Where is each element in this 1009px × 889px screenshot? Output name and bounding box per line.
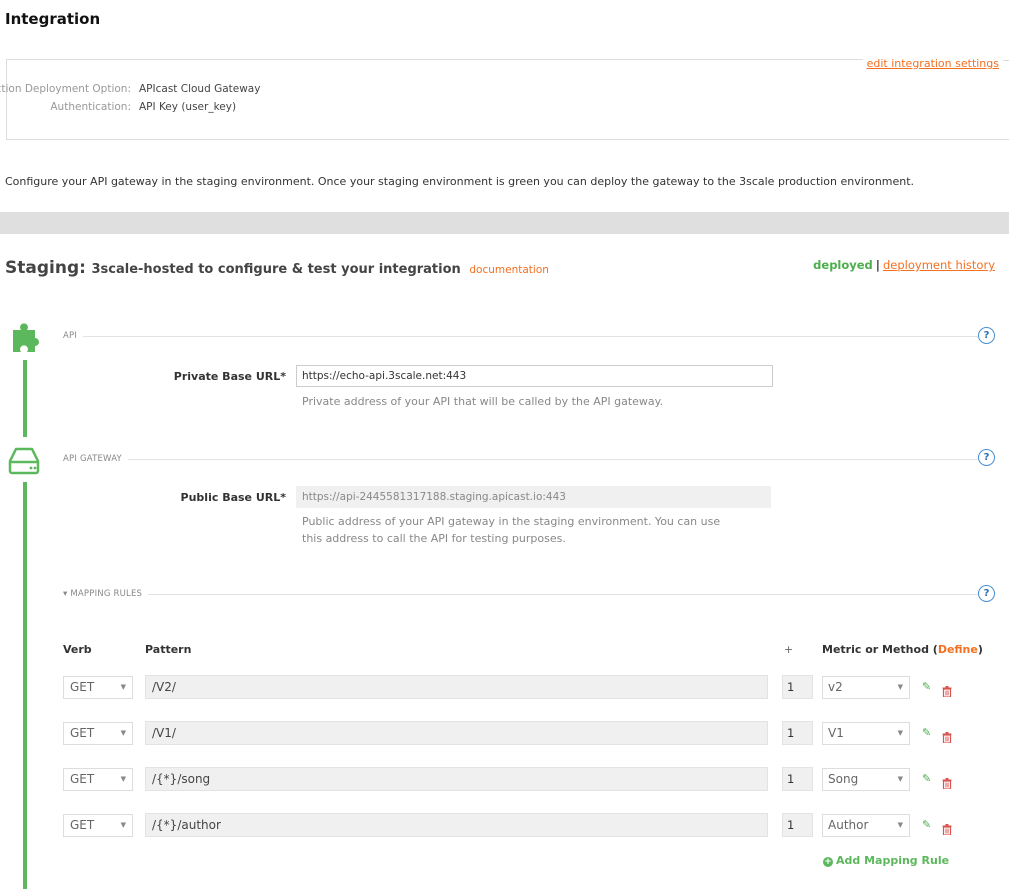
api-help-icon[interactable]: ? xyxy=(978,327,995,344)
mapping-help-icon[interactable]: ? xyxy=(978,585,995,602)
metric-select[interactable]: Song ▼ xyxy=(822,768,910,791)
public-base-url-help-2: this address to call the API for testing… xyxy=(302,532,566,545)
puzzle-piece-icon xyxy=(11,320,47,354)
metric-header-text: Metric or Method ( xyxy=(822,643,938,656)
edit-pencil-icon[interactable]: ✎ xyxy=(922,772,931,785)
deployed-badge: deployed xyxy=(813,258,873,272)
dropdown-caret-icon: ▼ xyxy=(897,821,903,829)
pattern-input[interactable]: /V1/ xyxy=(145,721,768,745)
private-base-url-help: Private address of your API that will be… xyxy=(302,395,664,408)
add-mapping-rule-button[interactable]: + Add Mapping Rule xyxy=(823,854,949,867)
dropdown-caret-icon: ▼ xyxy=(120,775,126,783)
integration-settings-box: Production Deployment Option: APIcast Clo… xyxy=(0,59,1009,140)
verb-value: GET xyxy=(70,726,95,740)
plus-circle-icon: + xyxy=(823,857,833,867)
verb-select[interactable]: GET ▼ xyxy=(63,814,133,837)
setting-label: Authentication: xyxy=(50,101,131,113)
edit-pencil-icon[interactable]: ✎ xyxy=(922,818,931,831)
metric-value: Author xyxy=(828,818,869,832)
metric-select[interactable]: Author ▼ xyxy=(822,814,910,837)
metric-header-close: ) xyxy=(977,643,983,656)
dropdown-caret-icon: ▼ xyxy=(897,775,903,783)
edit-settings-wrap: edit integration settings xyxy=(862,52,1009,71)
delta-input[interactable]: 1 xyxy=(782,675,813,699)
deployment-status: deployed | deployment history xyxy=(813,258,995,272)
public-base-url-help-1: Public address of your API gateway in th… xyxy=(302,515,721,528)
dropdown-caret-icon: ▼ xyxy=(120,729,126,737)
setting-row-deployment: Production Deployment Option: APIcast Clo… xyxy=(0,83,260,95)
verb-value: GET xyxy=(70,680,95,694)
delete-trash-icon[interactable] xyxy=(942,820,952,839)
mapping-rules-label: MAPPING RULES xyxy=(70,589,143,599)
metric-value: Song xyxy=(828,772,859,786)
staging-title: Staging: 3scale-hosted to configure & te… xyxy=(5,258,549,278)
intro-text: Configure your API gateway in the stagin… xyxy=(5,175,915,188)
pattern-input[interactable]: /V2/ xyxy=(145,675,768,699)
public-base-url-input[interactable] xyxy=(296,486,771,508)
deployment-history-link[interactable]: deployment history xyxy=(883,258,995,272)
metric-value: V1 xyxy=(828,726,844,740)
metric-select[interactable]: V1 ▼ xyxy=(822,722,910,745)
delete-trash-icon[interactable] xyxy=(942,682,952,701)
dropdown-caret-icon: ▼ xyxy=(897,729,903,737)
section-divider xyxy=(0,212,1009,234)
staging-heading: Staging: xyxy=(5,258,86,278)
dropdown-caret-icon: ▼ xyxy=(897,683,903,691)
staging-subtitle: 3scale-hosted to configure & test your i… xyxy=(91,262,461,277)
column-header-delta: + xyxy=(784,643,794,656)
gateway-help-icon[interactable]: ? xyxy=(978,449,995,466)
api-section-label: API xyxy=(63,331,84,341)
verb-select[interactable]: GET ▼ xyxy=(63,722,133,745)
verb-value: GET xyxy=(70,818,95,832)
page-title: Integration xyxy=(5,10,101,28)
add-mapping-rule-label: Add Mapping Rule xyxy=(836,854,950,867)
private-base-url-label: Private Base URL* xyxy=(173,370,286,383)
edit-pencil-icon[interactable]: ✎ xyxy=(922,726,931,739)
documentation-link[interactable]: documentation xyxy=(469,264,549,276)
verb-select[interactable]: GET ▼ xyxy=(63,676,133,699)
gateway-section-rule xyxy=(63,459,980,460)
delete-trash-icon[interactable] xyxy=(942,774,952,793)
delta-input[interactable]: 1 xyxy=(782,767,813,791)
timeline-line xyxy=(23,482,27,889)
pattern-input[interactable]: /{*}/song xyxy=(145,767,768,791)
verb-select[interactable]: GET ▼ xyxy=(63,768,133,791)
setting-label: Production Deployment Option: xyxy=(0,83,131,95)
status-separator: | xyxy=(875,258,880,272)
metric-select[interactable]: v2 ▼ xyxy=(822,676,910,699)
mapping-section-rule xyxy=(63,594,980,595)
column-header-pattern: Pattern xyxy=(145,643,192,656)
edit-pencil-icon[interactable]: ✎ xyxy=(922,680,931,693)
setting-value: API Key (user_key) xyxy=(139,101,237,113)
define-link[interactable]: Define xyxy=(938,643,978,656)
column-header-verb: Verb xyxy=(63,643,92,656)
setting-value: APIcast Cloud Gateway xyxy=(139,83,261,95)
pattern-input[interactable]: /{*}/author xyxy=(145,813,768,837)
public-base-url-label: Public Base URL* xyxy=(180,491,286,504)
gateway-section-label: API GATEWAY xyxy=(63,454,128,464)
server-drive-icon xyxy=(8,447,42,475)
api-section-rule xyxy=(63,336,980,337)
dropdown-caret-icon: ▼ xyxy=(120,821,126,829)
verb-value: GET xyxy=(70,772,95,786)
delta-input[interactable]: 1 xyxy=(782,813,813,837)
private-base-url-input[interactable] xyxy=(296,365,773,387)
column-header-metric: Metric or Method (Define) xyxy=(822,643,983,656)
mapping-rules-toggle[interactable]: ▾ MAPPING RULES xyxy=(63,589,149,599)
edit-integration-settings-link[interactable]: edit integration settings xyxy=(867,57,999,70)
delta-input[interactable]: 1 xyxy=(782,721,813,745)
dropdown-caret-icon: ▼ xyxy=(120,683,126,691)
setting-row-authentication: Authentication: API Key (user_key) xyxy=(0,101,236,113)
delete-trash-icon[interactable] xyxy=(942,728,952,747)
collapse-caret-icon: ▾ xyxy=(63,589,68,599)
metric-value: v2 xyxy=(828,680,843,694)
